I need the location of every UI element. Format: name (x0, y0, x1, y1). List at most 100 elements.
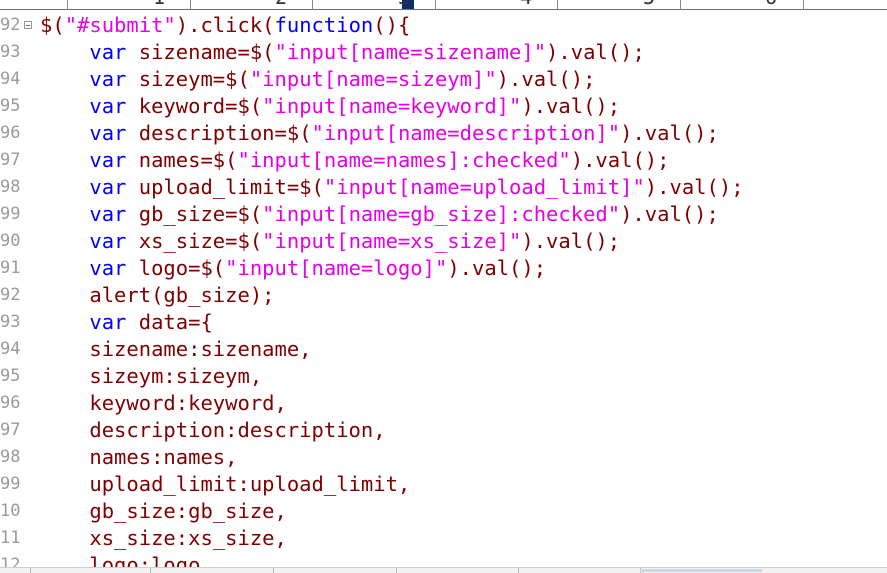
ruler-column-number: 6 (765, 0, 777, 7)
string-token: "input[name=sizeym]" (249, 67, 497, 91)
fold-collapse-icon[interactable] (24, 21, 32, 29)
code-token: $( (40, 13, 65, 37)
keyword-token: var (89, 94, 127, 118)
code-token: sizename:sizename, (40, 337, 312, 361)
ruler-tick (312, 0, 313, 9)
code-token: alert(gb_size); (40, 283, 275, 307)
code-token: (){ (373, 13, 411, 37)
horizontal-scrollbar[interactable] (0, 567, 887, 573)
string-token: "input[name=names]:checked" (237, 148, 571, 172)
scrollbar-thumb[interactable] (640, 569, 762, 572)
keyword-token: var (89, 229, 127, 253)
line-number-text: 98 (0, 447, 21, 467)
code-token: ).val(); (546, 40, 645, 64)
line-number: 94 (0, 336, 40, 363)
scrollbar-segment (396, 568, 397, 573)
code-token: ).val(); (521, 229, 621, 253)
line-number-text: 91 (0, 258, 21, 278)
line-number: 11 (0, 525, 40, 552)
line-number-text: 10 (0, 501, 21, 521)
ruler-column-number: 3 (398, 0, 410, 7)
line-number: 97 (0, 417, 40, 444)
code-token: gb_size=$( (126, 202, 263, 226)
line-number-text: 11 (0, 528, 21, 548)
code-token: ).val(); (447, 256, 547, 280)
code-text-area[interactable]: $("#submit").click(function(){ var sizen… (40, 12, 887, 573)
keyword-token: var (89, 256, 127, 280)
code-token: xs_size=$( (126, 229, 263, 253)
scrollbar-segment (150, 568, 151, 573)
scrollbar-segment (30, 568, 31, 573)
line-number: 96 (0, 120, 40, 147)
line-number-text: 97 (0, 150, 21, 170)
line-number: 98 (0, 174, 40, 201)
string-token: "#submit" (64, 13, 176, 37)
line-number-gutter: 92 93 94 95 96 97 98 99 90 91 92 93 94 95 96 97 98 99 10 11… (0, 12, 40, 573)
string-token: "input[name=keyword]" (262, 94, 522, 118)
code-line: var sizeym=$("input[name=sizeym]").val()… (40, 66, 887, 93)
line-number: 93 (0, 39, 40, 66)
code-token: upload_limit=$( (126, 175, 324, 199)
code-line: alert(gb_size); (40, 282, 887, 309)
string-token: "input[name=upload_limit]" (323, 175, 645, 199)
code-line: var xs_size=$("input[name=xs_size]").val… (40, 228, 887, 255)
code-line: var data={ (40, 309, 887, 336)
code-line: gb_size:gb_size, (40, 498, 887, 525)
keyword-token: var (89, 202, 127, 226)
code-token: gb_size:gb_size, (40, 499, 287, 523)
ruler-tick (67, 0, 68, 9)
line-number: 93 (0, 309, 40, 336)
code-token: sizename=$( (126, 40, 275, 64)
string-token: "input[name=xs_size]" (262, 229, 522, 253)
code-line: var keyword=$("input[name=keyword]").val… (40, 93, 887, 120)
line-number-text: 92 (0, 285, 21, 305)
code-line: $("#submit").click(function(){ (40, 12, 887, 39)
keyword-token: var (89, 121, 127, 145)
ruler-column-number: 5 (643, 0, 655, 7)
code-token: ).val(); (570, 148, 670, 172)
keyword-token: var (89, 310, 127, 334)
ruler-column-number: 4 (520, 0, 532, 7)
line-number: 94 (0, 66, 40, 93)
code-line: upload_limit:upload_limit, (40, 471, 887, 498)
string-token: "input[name=sizename]" (274, 40, 547, 64)
scrollbar-segment (518, 568, 519, 573)
string-token: "input[name=gb_size]:checked" (262, 202, 621, 226)
line-number: 96 (0, 390, 40, 417)
code-line: var upload_limit=$("input[name=upload_li… (40, 174, 887, 201)
line-number-text: 93 (0, 42, 21, 62)
code-token: names=$( (126, 148, 238, 172)
code-line: var logo=$("input[name=logo]").val(); (40, 255, 887, 282)
code-line: keyword:keyword, (40, 390, 887, 417)
line-number: 99 (0, 471, 40, 498)
line-number: 90 (0, 228, 40, 255)
string-token: "input[name=description]" (311, 121, 621, 145)
ruler-tick (680, 0, 681, 9)
line-number-text: 94 (0, 339, 21, 359)
code-token: description:description, (40, 418, 386, 442)
keyword-token: var (89, 67, 127, 91)
code-editor[interactable]: 123456 929394959697989990919293949596979… (0, 0, 887, 573)
ruler-column-number: 2 (275, 0, 287, 7)
code-token: ).val(); (620, 121, 719, 145)
line-number-text: 96 (0, 123, 21, 143)
line-number: 97 (0, 147, 40, 174)
line-number: 95 (0, 93, 40, 120)
code-token: ).val(); (620, 202, 719, 226)
code-token: data={ (126, 310, 213, 334)
code-token: upload_limit:upload_limit, (40, 472, 411, 496)
line-number: 92 (0, 12, 40, 39)
code-line: names:names, (40, 444, 887, 471)
line-number-text: 90 (0, 231, 21, 251)
line-number-text: 92 (0, 15, 21, 35)
keyword-token: var (89, 175, 127, 199)
ruler-tick (803, 0, 804, 9)
ruler-column-number: 1 (153, 0, 165, 7)
